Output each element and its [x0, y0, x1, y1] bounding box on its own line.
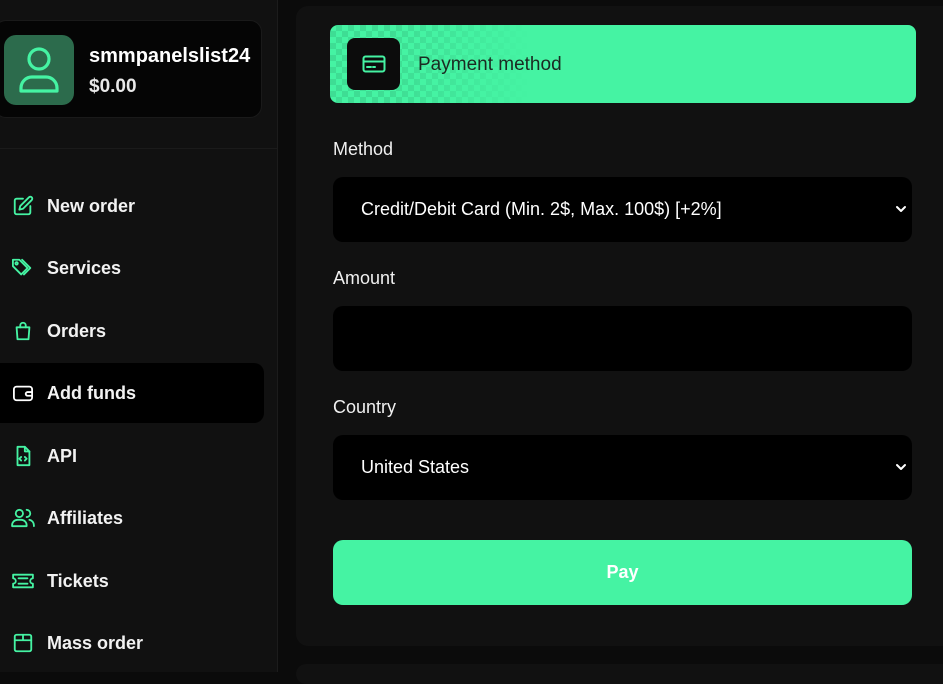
user-card: smmpanelslist247 $0.00: [0, 20, 262, 118]
secondary-panel: [296, 664, 943, 684]
amount-input[interactable]: [333, 306, 912, 371]
sidebar-item-add-funds[interactable]: Add funds: [0, 363, 264, 423]
user-icon: [19, 47, 59, 93]
wallet-icon: [11, 381, 35, 405]
sidebar-item-api[interactable]: API: [0, 426, 264, 486]
amount-label: Amount: [333, 268, 396, 288]
sidebar-item-services[interactable]: Services: [0, 238, 264, 298]
pay-button[interactable]: Pay: [333, 540, 912, 605]
sidebar-item-label: New order: [47, 195, 136, 216]
users-icon: [11, 506, 35, 530]
sidebar-item-label: Affiliates: [47, 507, 124, 528]
sidebar-item-affiliates[interactable]: Affiliates: [0, 488, 264, 548]
sidebar-item-label: API: [47, 445, 78, 466]
chevron-down-icon: [896, 464, 906, 470]
sidebar-item-label: Mass order: [47, 632, 144, 653]
chevron-down-icon: [896, 206, 906, 212]
sidebar-item-label: Tickets: [47, 570, 109, 591]
balance: $0.00: [89, 76, 137, 97]
sidebar-divider: [0, 148, 277, 149]
country-label: Country: [333, 397, 397, 417]
edit-icon: [11, 194, 35, 218]
avatar: [4, 35, 74, 105]
sidebar: smmpanelslist247 $0.00 New order Service…: [0, 0, 278, 672]
shopping-bag-icon: [11, 319, 35, 343]
sidebar-item-tickets[interactable]: Tickets: [0, 551, 264, 611]
sidebar-item-label: Add funds: [47, 382, 136, 403]
method-select[interactable]: Credit/Debit Card (Min. 2$, Max. 100$) […: [333, 177, 912, 242]
sidebar-item-label: Orders: [47, 320, 107, 341]
sidebar-item-label: Services: [47, 257, 122, 278]
username: smmpanelslist247: [89, 45, 251, 67]
tags-icon: [11, 256, 35, 280]
sidebar-item-mass-order[interactable]: Mass order: [0, 613, 264, 673]
credit-card-icon: [347, 38, 400, 90]
payment-method-header: Payment method: [330, 25, 916, 103]
ticket-icon: [11, 569, 35, 593]
country-selected-value: United States: [361, 457, 470, 477]
code-file-icon: [11, 444, 35, 468]
method-label: Method: [333, 139, 394, 159]
payment-method-title: Payment method: [418, 54, 562, 75]
country-select[interactable]: United States: [333, 435, 912, 500]
sidebar-item-orders[interactable]: Orders: [0, 301, 264, 361]
sidebar-item-new-order[interactable]: New order: [0, 176, 264, 236]
box-icon: [11, 631, 35, 655]
method-selected-value: Credit/Debit Card (Min. 2$, Max. 100$) […: [361, 199, 722, 219]
